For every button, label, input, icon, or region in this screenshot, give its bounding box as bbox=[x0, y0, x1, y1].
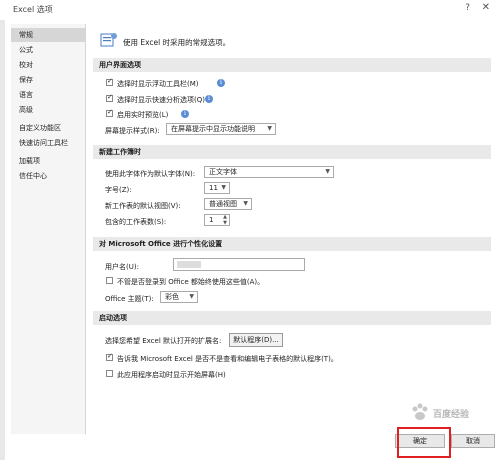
excel-options-dialog: Excel 选项 ? ✕ 常规 公式 校对 保存 语言 高级 自定义功能区 快速… bbox=[5, 0, 500, 460]
mini-toolbar-checkbox[interactable] bbox=[106, 77, 113, 86]
default-font-select[interactable]: 正文字体 ▼ bbox=[204, 166, 334, 178]
stepper-arrows-icon[interactable]: ▲ ▼ bbox=[223, 214, 227, 226]
dialog-title: Excel 选项 bbox=[13, 5, 53, 14]
chevron-down-icon: ▼ bbox=[267, 125, 272, 132]
show-start-screen-checkbox[interactable] bbox=[106, 370, 113, 377]
section-ui-options: 用户界面选项 bbox=[93, 58, 491, 72]
chevron-down-icon: ▼ bbox=[325, 168, 330, 175]
sidebar-item-formulas[interactable]: 公式 bbox=[11, 43, 85, 57]
default-view-label: 新工作表的默认视图(V): bbox=[105, 202, 181, 210]
sidebar-item-add-ins[interactable]: 加载项 bbox=[11, 154, 85, 168]
watermark: 百度经验 bbox=[409, 402, 493, 424]
default-programs-button[interactable]: 默认程序(D)... bbox=[229, 333, 283, 347]
sidebar-item-customize-ribbon[interactable]: 自定义功能区 bbox=[11, 121, 85, 135]
font-size-value: 11 bbox=[209, 184, 218, 192]
font-size-select[interactable]: 11 ▼ bbox=[204, 182, 230, 194]
chevron-down-icon: ▼ bbox=[189, 293, 194, 300]
default-font-value: 正文字体 bbox=[209, 168, 237, 176]
default-view-value: 普通视图 bbox=[209, 200, 237, 208]
sheet-count-label: 包含的工作表数(S): bbox=[105, 218, 167, 226]
close-icon[interactable]: ✕ bbox=[482, 2, 490, 13]
live-preview-checkbox[interactable] bbox=[106, 108, 113, 117]
screentip-label: 屏幕提示样式(R): bbox=[105, 127, 160, 135]
mini-toolbar-label: 选择时显示浮动工具栏(M) bbox=[117, 80, 199, 88]
page-title: 使用 Excel 时采用的常规选项。 bbox=[123, 38, 231, 47]
watermark-text: 百度经验 bbox=[433, 410, 470, 420]
paw-logo-icon bbox=[412, 403, 428, 420]
font-size-label: 字号(Z): bbox=[105, 186, 132, 194]
quick-analysis-checkbox[interactable] bbox=[106, 93, 113, 102]
show-start-screen-label: 此应用程序启动时显示开始屏幕(H) bbox=[117, 371, 226, 379]
office-theme-value: 彩色 bbox=[165, 293, 179, 301]
sidebar-item-advanced[interactable]: 高级 bbox=[11, 103, 85, 117]
always-use-values-checkbox[interactable] bbox=[106, 277, 113, 284]
office-theme-label: Office 主题(T): bbox=[105, 295, 154, 303]
section-startup: 启动选项 bbox=[93, 311, 491, 325]
tell-me-default-checkbox[interactable] bbox=[106, 352, 113, 361]
sidebar-item-proofing[interactable]: 校对 bbox=[11, 58, 85, 72]
chevron-down-icon: ▼ bbox=[243, 200, 248, 207]
live-preview-label: 启用实时预览(L) bbox=[117, 111, 169, 119]
sidebar-item-quick-access-toolbar[interactable]: 快速访问工具栏 bbox=[11, 136, 85, 150]
screentip-style-value: 在屏幕提示中显示功能说明 bbox=[171, 125, 255, 133]
redacted-username bbox=[177, 261, 201, 268]
info-icon: i bbox=[217, 79, 225, 87]
ok-highlight-box bbox=[397, 427, 451, 458]
info-icon: i bbox=[181, 110, 189, 118]
sheet-count-value: 1 bbox=[209, 216, 214, 224]
options-content: 使用 Excel 时采用的常规选项。 用户界面选项 选择时显示浮动工具栏(M) … bbox=[93, 24, 491, 424]
default-font-label: 使用此字体作为默认字体(N): bbox=[105, 170, 196, 178]
chevron-down-icon: ▼ bbox=[221, 184, 226, 191]
section-new-workbook: 新建工作簿时 bbox=[93, 145, 491, 159]
sidebar-item-general[interactable]: 常规 bbox=[11, 28, 85, 42]
sidebar-item-trust-center[interactable]: 信任中心 bbox=[11, 169, 85, 183]
sidebar-item-save[interactable]: 保存 bbox=[11, 73, 85, 87]
section-personalize: 对 Microsoft Office 进行个性化设置 bbox=[93, 237, 491, 251]
default-view-select[interactable]: 普通视图 ▼ bbox=[204, 198, 252, 210]
info-icon: i bbox=[205, 95, 213, 103]
always-use-values-label: 不管是否登录到 Office 都始终使用这些值(A)。 bbox=[117, 278, 265, 286]
options-sidebar: 常规 公式 校对 保存 语言 高级 自定义功能区 快速访问工具栏 加载项 信任中… bbox=[11, 24, 86, 434]
settings-general-icon bbox=[100, 33, 117, 47]
username-label: 用户名(U): bbox=[105, 263, 139, 271]
sidebar-item-language[interactable]: 语言 bbox=[11, 88, 85, 102]
username-input[interactable] bbox=[173, 258, 305, 271]
title-bar: Excel 选项 ? ✕ bbox=[5, 0, 500, 18]
screentip-style-select[interactable]: 在屏幕提示中显示功能说明 ▼ bbox=[166, 123, 276, 135]
extensions-label: 选择您希望 Excel 默认打开的扩展名: bbox=[105, 337, 222, 345]
cancel-button[interactable]: 取消 bbox=[451, 434, 495, 448]
office-theme-select[interactable]: 彩色 ▼ bbox=[160, 291, 198, 303]
tell-me-default-label: 告诉我 Microsoft Excel 是否不是查看和编辑电子表格的默认程序(T… bbox=[117, 355, 338, 363]
quick-analysis-label: 选择时显示快速分析选项(Q) bbox=[117, 96, 205, 104]
sheet-count-stepper[interactable]: 1 ▲ ▼ bbox=[204, 214, 230, 226]
help-icon[interactable]: ? bbox=[465, 3, 470, 13]
